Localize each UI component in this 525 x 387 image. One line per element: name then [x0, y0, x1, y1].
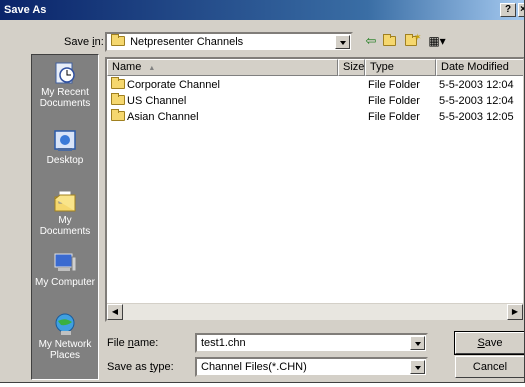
- chevron-down-icon[interactable]: [410, 336, 425, 350]
- my-documents-icon: [54, 190, 76, 212]
- place-desktop[interactable]: Desktop: [32, 129, 98, 166]
- chevron-down-icon[interactable]: [335, 35, 350, 49]
- dialog-title: Save As: [4, 4, 47, 16]
- folder-icon: [111, 109, 125, 121]
- cancel-button[interactable]: Cancel: [455, 356, 524, 378]
- save-button[interactable]: Save: [454, 331, 524, 355]
- file-list[interactable]: Name ▲ Size Type Date Modified Corporate…: [105, 57, 524, 322]
- list-item[interactable]: Asian Channel File Folder 5-5-2003 12:05: [107, 109, 523, 125]
- my-computer-icon: [54, 253, 77, 272]
- folder-up-icon[interactable]: [381, 33, 399, 49]
- sort-ascending-icon: ▲: [148, 65, 156, 72]
- place-my-computer[interactable]: My Computer: [32, 251, 98, 288]
- network-places-icon: [55, 313, 75, 335]
- column-header-type[interactable]: Type: [365, 59, 436, 76]
- place-my-documents[interactable]: My Documents: [32, 189, 98, 237]
- horizontal-scrollbar[interactable]: ◀ ▶: [107, 303, 523, 320]
- column-header-modified[interactable]: Date Modified: [436, 59, 523, 76]
- save-in-value: Netpresenter Channels: [130, 36, 244, 48]
- save-in-label: Save in:: [64, 36, 104, 48]
- folder-icon: [111, 77, 125, 89]
- scroll-left-icon[interactable]: ◀: [107, 304, 123, 320]
- title-bar[interactable]: Save As: [0, 0, 524, 20]
- save-as-dialog: Save As ? × Save in: Netpresenter Channe…: [0, 0, 525, 383]
- save-as-type-label: Save as type:: [107, 361, 174, 373]
- place-recent-documents[interactable]: My Recent Documents: [32, 61, 98, 109]
- recent-documents-icon: [55, 62, 75, 84]
- close-button[interactable]: ×: [518, 3, 524, 17]
- file-name-label: File name:: [107, 337, 159, 349]
- scroll-right-icon[interactable]: ▶: [507, 304, 523, 320]
- list-item[interactable]: Corporate Channel File Folder 5-5-2003 1…: [107, 77, 523, 93]
- file-name-input[interactable]: test1.chn: [195, 333, 428, 353]
- save-in-dropdown[interactable]: Netpresenter Channels: [105, 32, 353, 52]
- help-button[interactable]: ?: [500, 3, 516, 17]
- views-menu-icon[interactable]: ▦▾: [428, 33, 446, 49]
- desktop-icon: [54, 130, 76, 151]
- list-item[interactable]: US Channel File Folder 5-5-2003 12:04: [107, 93, 523, 109]
- column-header-size[interactable]: Size: [338, 59, 365, 76]
- file-name-value: test1.chn: [201, 337, 246, 349]
- back-arrow-icon[interactable]: ⇦: [362, 33, 380, 49]
- save-as-type-value: Channel Files(*.CHN): [201, 361, 307, 373]
- save-as-type-dropdown[interactable]: Channel Files(*.CHN): [195, 357, 428, 377]
- place-network-places[interactable]: My Network Places: [32, 313, 98, 361]
- column-header-name[interactable]: Name ▲: [107, 59, 338, 76]
- new-folder-icon[interactable]: ✶: [403, 32, 422, 49]
- folder-icon: [111, 34, 125, 46]
- places-bar: My RecentDocuments Desktop My Documents: [31, 54, 99, 380]
- folder-icon: [111, 93, 125, 105]
- chevron-down-icon[interactable]: [410, 360, 425, 374]
